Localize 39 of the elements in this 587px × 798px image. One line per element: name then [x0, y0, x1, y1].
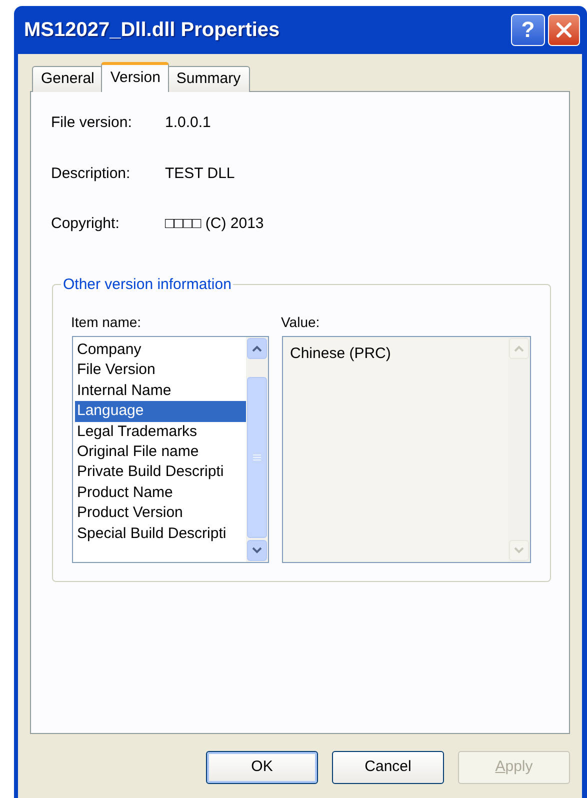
list-item[interactable]: Special Build Descripti	[75, 524, 246, 544]
list-item[interactable]: Legal Trademarks	[75, 422, 246, 442]
list-item[interactable]: File Version	[75, 360, 246, 381]
field-label: File version:	[51, 113, 133, 133]
help-button[interactable]: ?	[511, 14, 545, 46]
chevron-down-icon	[514, 547, 524, 554]
list-item[interactable]: Product Version	[75, 503, 246, 524]
item-name-label: Item name:	[71, 313, 142, 332]
scroll-up-button[interactable]	[247, 338, 267, 359]
dialog-button[interactable]: Cancel	[332, 751, 444, 784]
item-list[interactable]: Company File Version Internal Name Language Legal Trademarks Original File name Private Build Descripti Product Name Product Version Special Build Descripti	[72, 336, 269, 563]
list-item[interactable]: Private Build Descripti	[75, 462, 246, 483]
scroll-down-button[interactable]	[247, 540, 267, 561]
value-text: Chinese (PRC)	[290, 345, 391, 362]
list-item[interactable]: Company	[75, 340, 246, 360]
chevron-down-icon	[252, 547, 262, 554]
list-item[interactable]: Original File name	[75, 442, 246, 462]
close-button[interactable]	[548, 14, 580, 46]
list-item[interactable]: Product Name	[75, 482, 246, 504]
grip-icon	[253, 454, 261, 461]
value-label: Value:	[281, 313, 320, 332]
chevron-up-icon	[252, 345, 262, 352]
scroll-thumb[interactable]	[247, 377, 267, 538]
tab[interactable]: Version	[101, 62, 170, 92]
list-item[interactable]: Internal Name	[75, 380, 246, 402]
value-box[interactable]: Chinese (PRC)	[282, 336, 531, 563]
tab[interactable]: Summary	[167, 66, 250, 92]
scrollbar[interactable]	[246, 337, 268, 562]
chevron-up-icon	[514, 345, 524, 352]
list-item[interactable]: Language	[75, 401, 246, 422]
field-value: □□□□ (C) 2013	[165, 214, 264, 234]
window-title: MS12027_Dll.dll Properties	[24, 18, 280, 43]
tab[interactable]: General	[32, 66, 104, 92]
dialog-button[interactable]: OK	[206, 751, 318, 784]
field-label: Copyright:	[51, 214, 120, 234]
field-value: TEST DLL	[165, 164, 235, 184]
field-value: 1.0.0.1	[165, 113, 211, 133]
field-label: Description:	[51, 164, 132, 184]
close-icon	[555, 21, 573, 39]
